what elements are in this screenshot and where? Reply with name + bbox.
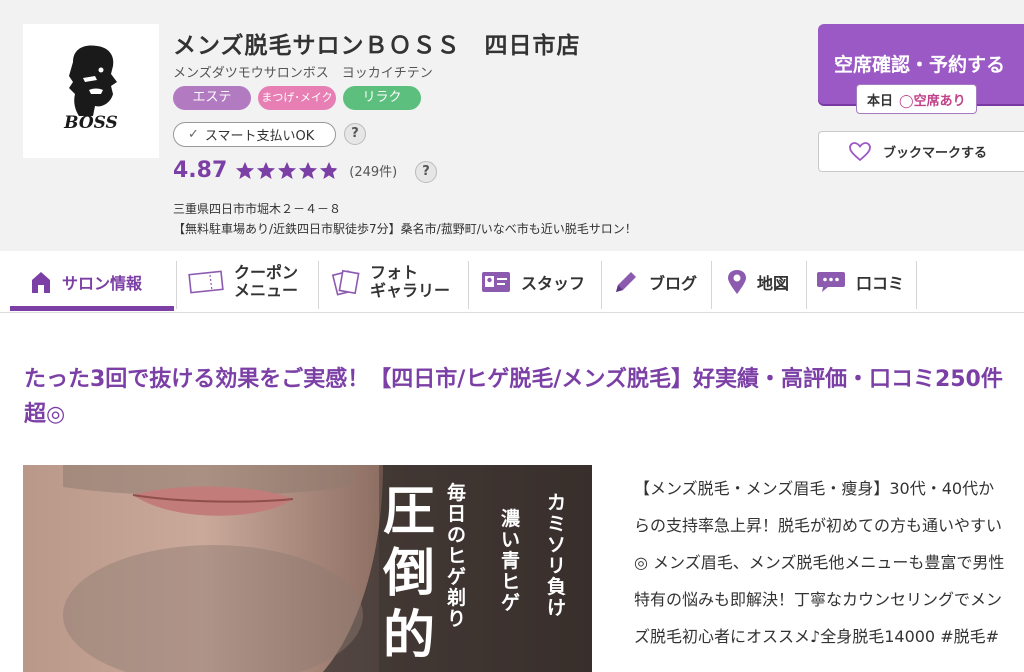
star-icon: [236, 161, 255, 179]
smart-pay-badge[interactable]: ✓ スマート支払いOK: [173, 122, 336, 147]
tab-photo-line1: フォト: [370, 263, 419, 282]
photo-gallery-icon: [330, 267, 360, 297]
salon-logo: BOSS: [23, 24, 159, 158]
smart-pay-help-icon[interactable]: ?: [344, 123, 366, 145]
tab-coupon-line1: クーポン: [234, 263, 299, 282]
salon-address: 三重県四日市市堀木２－４－８: [173, 202, 342, 216]
map-pin-icon: [727, 269, 747, 295]
check-icon: ✓: [188, 127, 199, 142]
photo-caption-2: 濃い青ヒゲ: [501, 508, 521, 614]
staff-card-icon: [481, 270, 511, 294]
bookmark-button[interactable]: ブックマークする: [818, 131, 1024, 172]
coupon-icon: [188, 269, 224, 295]
photo-caption-1: カミソリ負け: [547, 492, 567, 619]
boss-logo-icon: BOSS: [63, 45, 118, 133]
star-icon: [278, 161, 297, 179]
tab-photo-line2: ギャラリー: [370, 281, 451, 300]
tab-salon-info-label: サロン情報: [62, 274, 143, 293]
salon-tab-nav: サロン情報 クーポン メニュー フォト ギャラリー スタッフ ブログ 地図 口コ…: [0, 251, 1024, 313]
category-tags: エステ まつげ･メイク リラク: [173, 86, 421, 110]
tab-photo-gallery[interactable]: フォト ギャラリー: [330, 257, 450, 307]
tag-matsuge-make[interactable]: まつげ･メイク: [258, 86, 336, 110]
today-label: 本日: [867, 93, 894, 109]
salon-description: 【メンズ脱毛・メンズ眉毛・痩身】30代・40代からの支持率急上昇！脱毛が初めての…: [634, 470, 1009, 672]
star-icon: [299, 161, 318, 179]
tag-relax[interactable]: リラク: [343, 86, 421, 110]
rating-stars: [235, 161, 339, 181]
salon-catch-copy: 【無料駐車場あり/近鉄四日市駅徒歩7分】桑名市/菰野町/いなべ市も近い脱毛サロン…: [173, 222, 637, 236]
tab-map[interactable]: 地図: [727, 257, 789, 307]
photo-caption-big: 圧倒的: [383, 482, 436, 666]
heart-icon: [849, 141, 871, 161]
review-count[interactable]: (249件): [349, 161, 397, 180]
salon-name: メンズ脱毛サロンＢＯＳＳ 四日市店: [173, 33, 581, 59]
active-tab-indicator: [10, 306, 174, 311]
star-icon: [257, 161, 276, 179]
tab-blog[interactable]: ブログ: [613, 257, 697, 307]
availability-badge: 本日 ◯空席あり: [856, 84, 977, 114]
home-icon: [30, 270, 52, 294]
tag-este[interactable]: エステ: [173, 86, 251, 110]
speech-bubble-icon: [816, 270, 846, 294]
tab-reviews-label: 口コミ: [856, 274, 905, 293]
star-icon: [320, 161, 339, 179]
rating: 4.87 (249件): [173, 158, 397, 183]
pen-icon: [613, 269, 639, 295]
smart-pay-label: スマート支払いOK: [204, 129, 315, 144]
tab-blog-label: ブログ: [649, 274, 698, 293]
salon-headline: たった3回で抜ける効果をご実感！【四日市/ヒゲ脱毛/メンズ脱毛】好実績・高評価・…: [24, 367, 1003, 427]
tab-coupon-line2: メニュー: [234, 281, 299, 300]
tab-map-label: 地図: [757, 274, 790, 293]
tab-reviews[interactable]: 口コミ: [816, 257, 904, 307]
tab-salon-info[interactable]: サロン情報: [30, 257, 142, 307]
logo-text: BOSS: [63, 113, 118, 133]
salon-header: BOSS メンズ脱毛サロンＢＯＳＳ 四日市店 メンズダツモウサロンボス ヨッカイ…: [0, 0, 1024, 251]
salon-description-text: 【メンズ脱毛・メンズ眉毛・痩身】30代・40代からの支持率急上昇！脱毛が初めての…: [634, 479, 1005, 646]
tab-staff-label: スタッフ: [521, 274, 586, 293]
bookmark-label: ブックマークする: [883, 146, 988, 161]
rating-help-icon[interactable]: ?: [415, 161, 437, 183]
salon-main-photo[interactable]: カミソリ負け 濃い青ヒゲ 毎日のヒゲ剃り 圧倒的: [23, 465, 592, 672]
reserve-button-label: 空席確認・予約する: [834, 54, 1006, 76]
tab-coupon-menu[interactable]: クーポン メニュー: [188, 257, 298, 307]
salon-kana: メンズダツモウサロンボス ヨッカイチテン: [173, 66, 433, 81]
rating-score: 4.87: [173, 158, 228, 183]
availability-status: ◯空席あり: [899, 93, 966, 109]
photo-caption-3: 毎日のヒゲ剃り: [447, 482, 467, 630]
tab-staff[interactable]: スタッフ: [481, 257, 585, 307]
